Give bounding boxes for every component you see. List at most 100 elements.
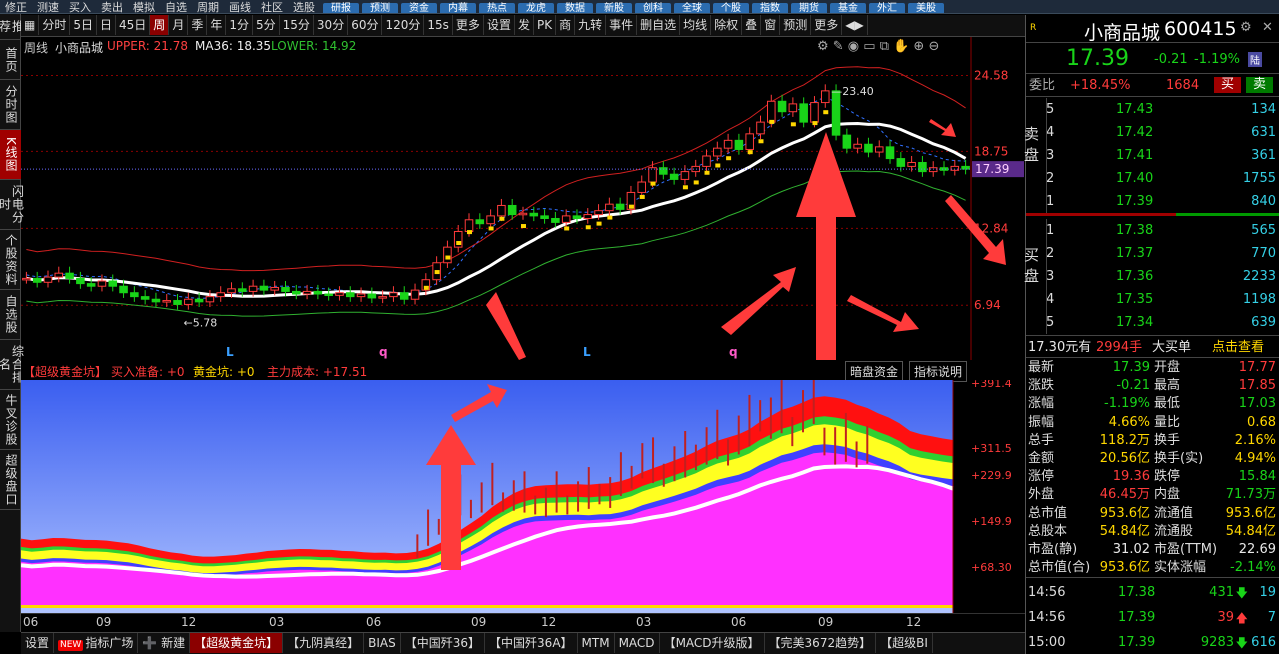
left-tab[interactable]: 牛叉诊股 <box>0 390 21 450</box>
period-button[interactable]: 5日 <box>70 15 97 35</box>
buy-row[interactable]: 4 17.35 1198 <box>1026 288 1279 311</box>
buy-row[interactable]: 2 17.37 770 <box>1026 242 1279 265</box>
sell-row[interactable]: 5 17.43 134 <box>1026 98 1279 121</box>
menu-item[interactable]: 外汇 <box>869 3 905 13</box>
buy-row[interactable]: 3 17.36 2233 <box>1026 265 1279 288</box>
menu-item[interactable]: 自选 <box>160 1 192 13</box>
menu-item[interactable]: 测速 <box>32 1 64 13</box>
period-button[interactable]: 设置 <box>484 15 515 35</box>
indicator-tab[interactable]: BIAS <box>364 633 401 653</box>
period-button[interactable]: 60分 <box>348 15 383 35</box>
menu-item[interactable]: 期货 <box>791 3 827 13</box>
menu-item[interactable]: 美股 <box>908 3 944 13</box>
period-button[interactable]: 发 <box>515 15 534 35</box>
menu-item[interactable]: 热点 <box>479 3 515 13</box>
indicator-tab[interactable]: 【超级黄金坑】 <box>190 633 284 653</box>
big-order-link[interactable]: 点击查看 <box>1212 336 1264 359</box>
indicator-tab[interactable]: ➕ 新建 <box>138 633 191 653</box>
period-button[interactable]: 窗 <box>761 15 781 35</box>
period-button[interactable]: 除权 <box>711 15 743 35</box>
menu-item[interactable]: 资金 <box>401 3 437 13</box>
indicator-tab[interactable]: 【中国歼36A】 <box>485 633 578 653</box>
quick-buy-button[interactable]: 买 <box>1214 77 1241 93</box>
period-button[interactable]: 周 <box>150 15 170 35</box>
period-button[interactable]: 更多 <box>811 15 843 35</box>
indicator-tab[interactable]: 【中国歼36】 <box>401 633 486 653</box>
period-button[interactable]: 日 <box>97 15 117 35</box>
menu-item[interactable]: 修正 <box>0 1 32 13</box>
sell-row[interactable]: 3 17.41 361 <box>1026 144 1279 167</box>
indicator-title[interactable]: 【超级黄金坑】 <box>23 363 107 380</box>
left-tab[interactable]: 个股资料 <box>0 230 21 290</box>
period-button[interactable]: 15s <box>424 15 453 35</box>
close-icon[interactable]: ✕ <box>1262 20 1273 35</box>
menu-item[interactable]: 画线 <box>224 1 256 13</box>
period-button[interactable]: 1分 <box>226 15 253 35</box>
period-button[interactable]: 5分 <box>253 15 280 35</box>
menu-item[interactable]: 全球 <box>674 3 710 13</box>
indicator-panel[interactable]: +391.4 +311.5 +229.9 +149.9 +68.30 <box>20 369 1025 613</box>
period-button[interactable]: 月 <box>169 15 189 35</box>
menu-item[interactable]: 指数 <box>752 3 788 13</box>
period-button[interactable]: 商 <box>556 15 576 35</box>
menu-item[interactable]: 预测 <box>362 3 398 13</box>
menu-item[interactable]: 龙虎 <box>518 3 554 13</box>
period-button[interactable]: 更多 <box>453 15 484 35</box>
menu-item[interactable]: 周期 <box>192 1 224 13</box>
indicator-square-tab[interactable]: NEW 指标广场 <box>54 633 139 653</box>
settings-icon[interactable]: ⚙ <box>1240 20 1252 35</box>
left-tab[interactable]: 分时图 <box>0 80 21 130</box>
period-button[interactable]: PK <box>534 15 557 35</box>
indicator-tab[interactable]: 【完美3672趋势】 <box>765 633 877 653</box>
period-button[interactable]: 45日 <box>116 15 151 35</box>
period-button[interactable]: 季 <box>188 15 208 35</box>
menu-item[interactable]: 模拟 <box>128 1 160 13</box>
sell-row[interactable]: 4 17.42 631 <box>1026 121 1279 144</box>
period-button[interactable]: 分时 <box>39 15 71 35</box>
big-order-row[interactable]: 17.30元有 2994手 大买单 点击查看 <box>1026 335 1279 358</box>
menu-item[interactable]: 个股 <box>713 3 749 13</box>
dark-fund-button[interactable]: 暗盘资金 <box>845 361 904 382</box>
sell-row[interactable]: 2 17.40 1755 <box>1026 167 1279 190</box>
menu-item[interactable]: 数据 <box>557 3 593 13</box>
period-button[interactable]: 年 <box>207 15 227 35</box>
period-button[interactable]: 预测 <box>780 15 812 35</box>
indicator-tab[interactable]: 【九阴真经】 <box>283 633 365 653</box>
indicator-tab[interactable]: 【超级BI <box>876 633 933 653</box>
grid-icon[interactable]: ▦ <box>21 15 40 35</box>
period-button[interactable]: 30分 <box>314 15 349 35</box>
settings-tab[interactable]: 设置 <box>21 633 55 653</box>
indicator-tab[interactable]: MACD <box>615 633 660 653</box>
period-button[interactable]: 120分 <box>382 15 425 35</box>
indicator-tab[interactable]: 【MACD升级版】 <box>660 633 765 653</box>
kline-chart[interactable]: 24.58 18.75 12.84 6.94 17.39 —23.40 ←5.78 Lq Lq … <box>21 37 1025 360</box>
menu-item[interactable]: 内幕 <box>440 3 476 13</box>
period-button[interactable]: 删自选 <box>637 15 681 35</box>
buy-row[interactable]: 1 17.38 565 <box>1026 219 1279 242</box>
menu-item[interactable]: 创科 <box>635 3 671 13</box>
period-button[interactable]: 叠 <box>742 15 762 35</box>
left-tab[interactable]: 闪电分时 <box>0 180 25 230</box>
left-tab[interactable]: 超级盘口 <box>0 450 21 510</box>
buy-row[interactable]: 5 17.34 639 <box>1026 311 1279 334</box>
indicator-desc-button[interactable]: 指标说明 <box>909 361 968 382</box>
menu-item[interactable]: 基金 <box>830 3 866 13</box>
left-tab[interactable]: 综合排名 <box>0 340 25 390</box>
menu-item[interactable]: 研报 <box>323 3 359 13</box>
period-button[interactable]: 事件 <box>606 15 638 35</box>
period-button[interactable]: 均线 <box>680 15 712 35</box>
menu-item[interactable]: 买入 <box>64 1 96 13</box>
menu-item[interactable]: 选股 <box>288 1 320 13</box>
menu-item[interactable]: 社区 <box>256 1 288 13</box>
sell-row[interactable]: 1 17.39 840 <box>1026 190 1279 213</box>
indicator-tab[interactable]: MTM <box>578 633 615 653</box>
period-button[interactable]: 15分 <box>280 15 314 35</box>
chart-tool-icons[interactable]: ⚙ ✎ ◉ ▭ ⧉ ✋ ⊕ ⊖ <box>817 39 939 54</box>
period-button[interactable]: 九转 <box>575 15 607 35</box>
left-tab[interactable]: K线图 <box>0 130 21 180</box>
menu-item[interactable]: 卖出 <box>96 1 128 13</box>
menu-item[interactable]: 新股 <box>596 3 632 13</box>
left-tab[interactable]: 首页 <box>0 40 21 80</box>
left-tab[interactable]: 自选股 <box>0 290 21 340</box>
left-tab[interactable]: 推荐 <box>0 14 25 40</box>
